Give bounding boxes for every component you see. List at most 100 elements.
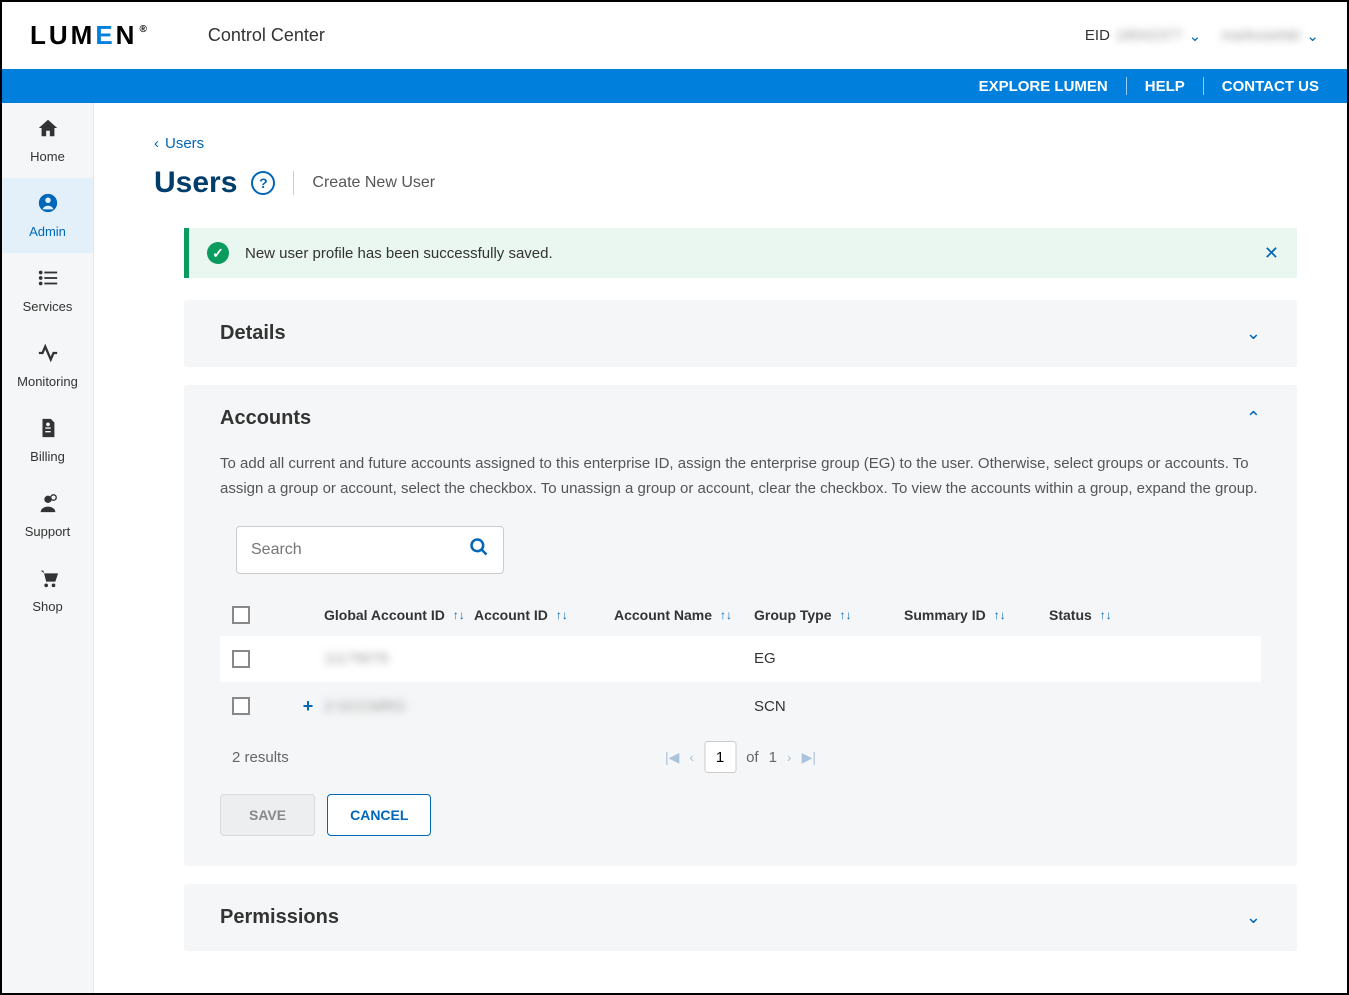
- alert-message: New user profile has been successfully s…: [245, 245, 553, 262]
- cell-group-type: EG: [754, 650, 904, 667]
- accounts-table: Global Account ID↑↓ Account ID↑↓ Account…: [220, 594, 1261, 731]
- sidebar-item-support[interactable]: Support: [2, 478, 93, 553]
- chevron-down-icon: ⌄: [1246, 907, 1261, 928]
- home-icon: [37, 117, 59, 145]
- column-group-type[interactable]: Group Type↑↓: [754, 606, 904, 624]
- logo-e: E: [95, 20, 115, 51]
- sidebar: Home Admin Services Monitoring: [2, 103, 94, 993]
- topbar: LUM E N ® Control Center EID 18042377 ⌄ …: [2, 2, 1347, 69]
- nav-explore[interactable]: EXPLORE LUMEN: [979, 78, 1108, 95]
- sort-icon: ↑↓: [556, 608, 568, 622]
- last-page-icon[interactable]: ▶|: [802, 749, 816, 766]
- first-page-icon[interactable]: |◀: [665, 749, 679, 766]
- permissions-panel-header[interactable]: Permissions ⌄: [184, 884, 1297, 951]
- nav-contact[interactable]: CONTACT US: [1222, 78, 1319, 95]
- user-icon: [37, 192, 59, 220]
- logo-text: LUM: [30, 20, 95, 51]
- sort-icon: ↑↓: [1100, 608, 1112, 622]
- column-summary-id[interactable]: Summary ID↑↓: [904, 606, 1049, 624]
- chevron-down-icon: ⌄: [1189, 27, 1202, 45]
- details-panel-header[interactable]: Details ⌄: [184, 300, 1297, 367]
- sidebar-item-label: Support: [25, 524, 71, 539]
- user-selector[interactable]: markoselski ⌄: [1221, 27, 1319, 45]
- permissions-panel: Permissions ⌄: [184, 884, 1297, 951]
- expand-icon[interactable]: +: [303, 696, 314, 717]
- column-account-name[interactable]: Account Name↑↓: [614, 606, 754, 624]
- page-total: 1: [769, 749, 777, 766]
- logo[interactable]: LUM E N ®: [30, 20, 150, 51]
- column-status[interactable]: Status↑↓: [1049, 606, 1149, 624]
- accounts-panel-header[interactable]: Accounts ⌃: [184, 385, 1297, 452]
- table-header: Global Account ID↑↓ Account ID↑↓ Account…: [220, 594, 1261, 636]
- sidebar-item-label: Billing: [30, 449, 65, 464]
- gear-user-icon: [37, 492, 59, 520]
- close-icon[interactable]: ✕: [1264, 243, 1279, 264]
- breadcrumb[interactable]: ‹ Users: [154, 135, 1297, 152]
- check-icon: ✓: [207, 242, 229, 264]
- chevron-up-icon: ⌃: [1246, 408, 1261, 429]
- accounts-description: To add all current and future accounts a…: [220, 452, 1261, 502]
- search-box[interactable]: [236, 526, 504, 574]
- row-checkbox[interactable]: [232, 697, 250, 715]
- chevron-down-icon: ⌄: [1306, 27, 1319, 45]
- search-icon[interactable]: [469, 537, 489, 563]
- sidebar-item-label: Services: [23, 299, 73, 314]
- breadcrumb-label: Users: [165, 135, 204, 152]
- page-input[interactable]: [704, 741, 736, 773]
- chevron-left-icon: ‹: [154, 135, 159, 152]
- cell-global-account-id: 11179076: [324, 650, 474, 667]
- logo-reg: ®: [139, 24, 149, 35]
- sidebar-item-admin[interactable]: Admin: [2, 178, 93, 253]
- cart-icon: [37, 567, 59, 595]
- sidebar-item-label: Home: [30, 149, 65, 164]
- results-count: 2 results: [232, 749, 289, 766]
- select-all-checkbox[interactable]: [232, 606, 250, 624]
- search-input[interactable]: [251, 541, 469, 559]
- details-panel: Details ⌄: [184, 300, 1297, 367]
- document-icon: [37, 417, 59, 445]
- accounts-panel: Accounts ⌃ To add all current and future…: [184, 385, 1297, 866]
- main-content: ‹ Users Users ? Create New User ✓ New us…: [94, 103, 1347, 993]
- chevron-down-icon: ⌄: [1246, 323, 1261, 344]
- panel-title: Details: [220, 322, 286, 345]
- activity-icon: [37, 342, 59, 370]
- sidebar-item-shop[interactable]: Shop: [2, 553, 93, 628]
- sidebar-item-billing[interactable]: Billing: [2, 403, 93, 478]
- list-icon: [37, 267, 59, 295]
- sidebar-item-services[interactable]: Services: [2, 253, 93, 328]
- divider: [1126, 77, 1127, 95]
- nav-help[interactable]: HELP: [1145, 78, 1185, 95]
- sidebar-item-home[interactable]: Home: [2, 103, 93, 178]
- eid-label: EID: [1085, 27, 1110, 44]
- row-checkbox[interactable]: [232, 650, 250, 668]
- panel-title: Accounts: [220, 407, 311, 430]
- divider: [1203, 77, 1204, 95]
- next-page-icon[interactable]: ›: [787, 749, 792, 765]
- prev-page-icon[interactable]: ‹: [689, 749, 694, 765]
- pagination: 2 results |◀ ‹ of 1 › ▶|: [220, 731, 1261, 766]
- create-new-user-link[interactable]: Create New User: [312, 174, 435, 192]
- save-button[interactable]: SAVE: [220, 794, 315, 836]
- panel-title: Permissions: [220, 906, 339, 929]
- username: markoselski: [1221, 27, 1300, 44]
- app-name: Control Center: [208, 25, 325, 46]
- page-title: Users: [154, 166, 237, 200]
- cancel-button[interactable]: CANCEL: [327, 794, 431, 836]
- column-global-account-id[interactable]: Global Account ID↑↓: [324, 606, 474, 624]
- page-of-label: of: [746, 749, 759, 766]
- sidebar-item-label: Admin: [29, 224, 66, 239]
- sidebar-item-monitoring[interactable]: Monitoring: [2, 328, 93, 403]
- column-account-id[interactable]: Account ID↑↓: [474, 606, 614, 624]
- divider: [293, 171, 294, 195]
- eid-value: 18042377: [1116, 27, 1183, 44]
- table-row: + 2-GCCMRG SCN: [220, 682, 1261, 731]
- table-row: 11179076 EG: [220, 636, 1261, 682]
- cell-global-account-id: 2-GCCMRG: [324, 698, 474, 715]
- help-icon[interactable]: ?: [251, 171, 275, 195]
- eid-selector[interactable]: EID 18042377 ⌄: [1085, 27, 1201, 45]
- sidebar-item-label: Shop: [32, 599, 62, 614]
- sort-icon: ↑↓: [840, 608, 852, 622]
- sort-icon: ↑↓: [720, 608, 732, 622]
- sort-icon: ↑↓: [453, 608, 465, 622]
- sidebar-item-label: Monitoring: [17, 374, 78, 389]
